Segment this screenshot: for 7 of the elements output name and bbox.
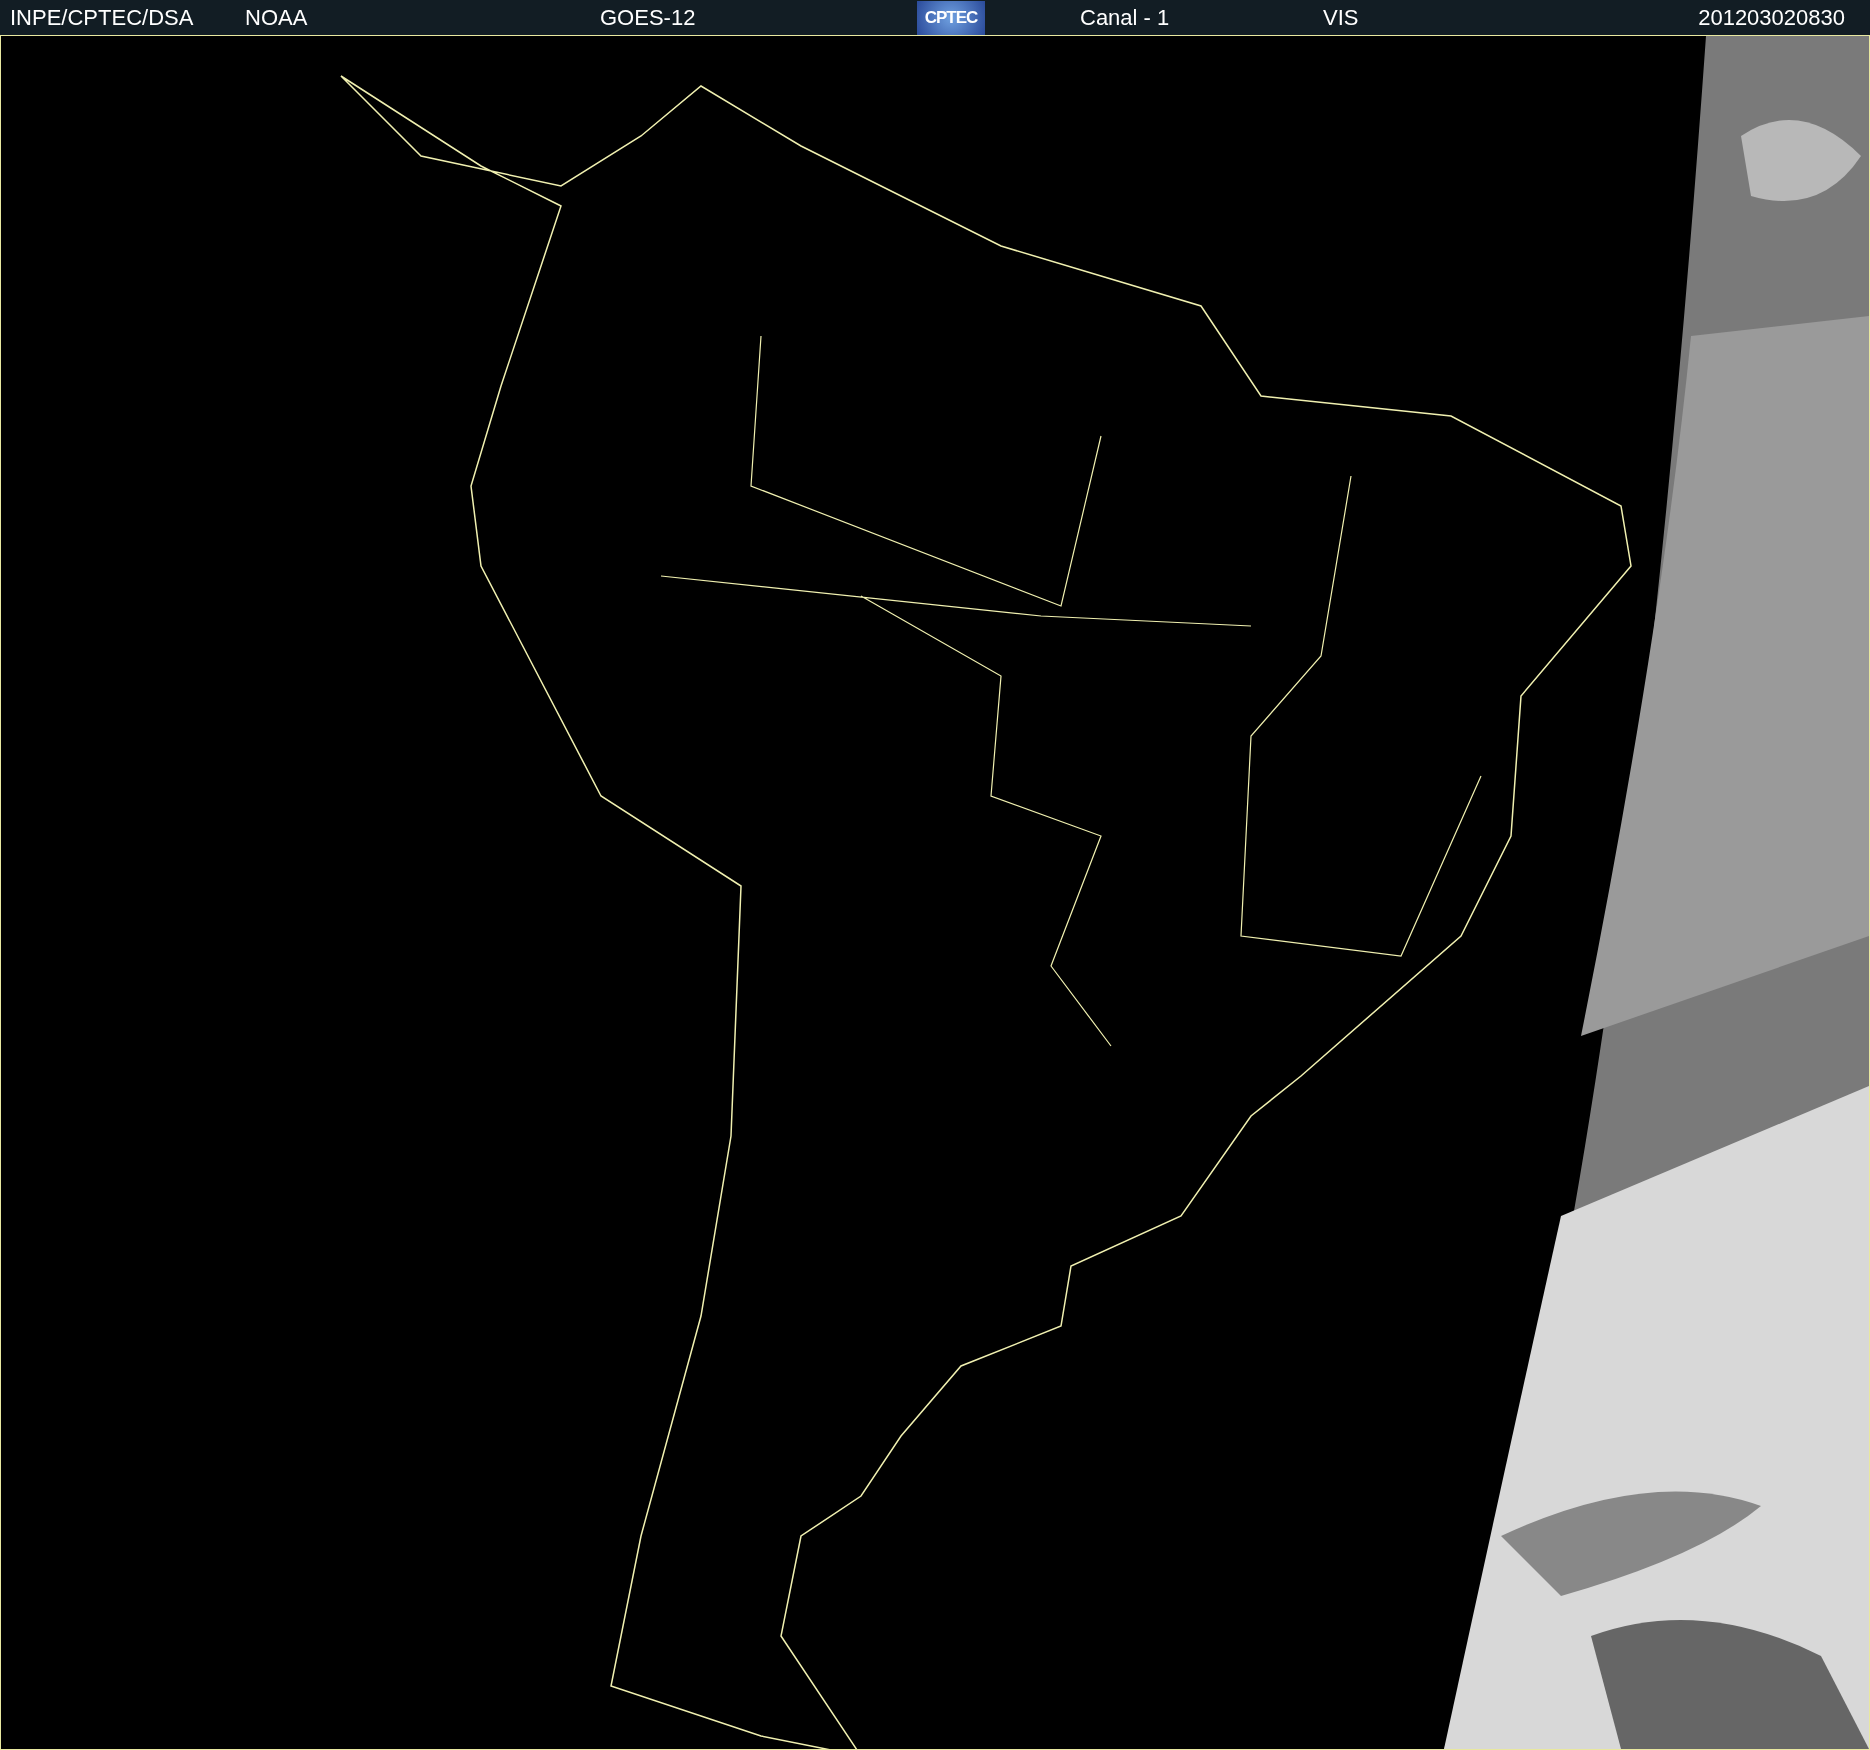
header-label: 201203020830 [1698,4,1845,31]
header-label: GOES-12 [600,4,696,31]
header-label: VIS [1323,4,1359,31]
logo: CPTEC [917,0,985,35]
header-label: NOAA [245,4,308,31]
header-label: Canal - 1 [1080,4,1170,31]
header-label: INPE/CPTEC/DSA [10,4,194,31]
